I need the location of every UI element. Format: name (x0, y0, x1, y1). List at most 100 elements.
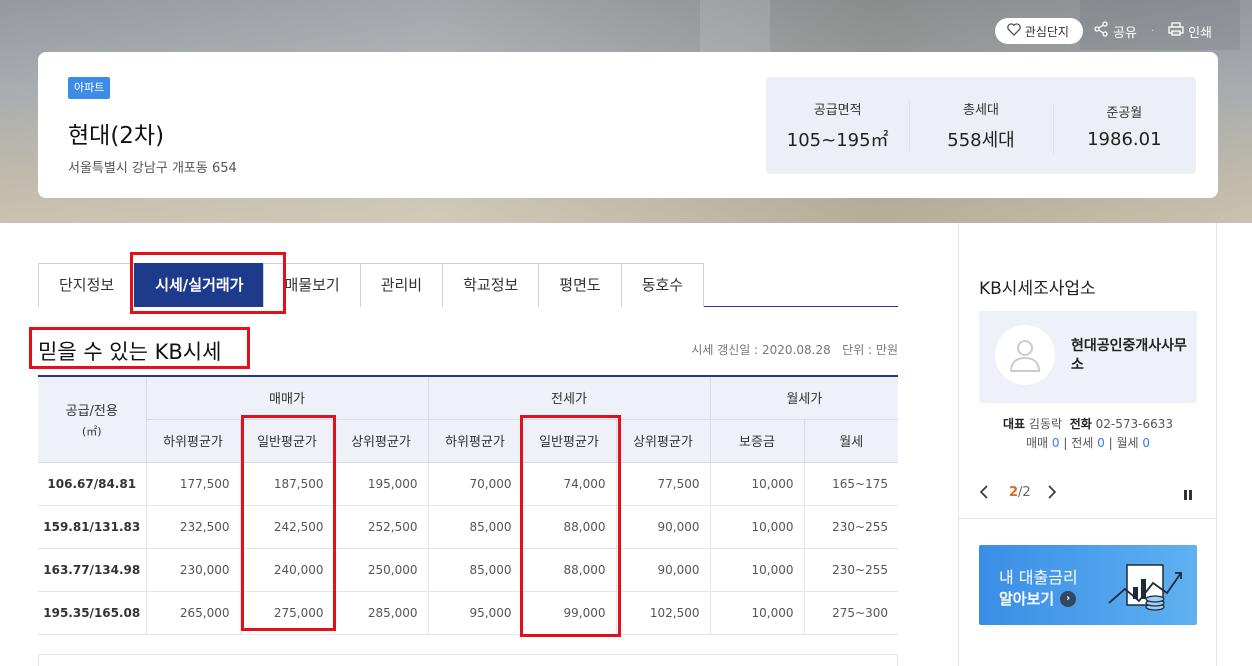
update-date-unit: 시세 갱신일 : 2020.08.28 단위 : 만원 (691, 343, 898, 357)
sidebar-divider (959, 518, 1216, 519)
price-table: 공급/전용 (㎡) 매매가 전세가 월세가 하위평균가 일반평균가 상위평균가 … (38, 375, 899, 635)
person-icon (1009, 340, 1041, 372)
price-cell: 85,000 (428, 505, 523, 549)
price-cell: 242,500 (240, 505, 335, 549)
rep-name: 김동락 (1028, 417, 1063, 431)
price-cell: 232,500 (146, 505, 241, 549)
price-cell: 90,000 (616, 505, 711, 549)
page-indicator: 2/2 (1009, 485, 1031, 500)
price-table-wrap: 공급/전용 (㎡) 매매가 전세가 월세가 하위평균가 일반평균가 상위평균가 … (38, 375, 899, 637)
tab-unit-number[interactable]: 동호수 (620, 263, 705, 307)
sidebar: KB시세조사업소 현대공인중개사사무소 대표 김동락 전화 02-573-663… (958, 223, 1217, 666)
area-cell: 195.35/165.08 (38, 591, 147, 635)
col-header: 보증금 (710, 419, 805, 463)
price-cell: 90,000 (616, 548, 711, 592)
tab-complex-info[interactable]: 단지정보 (38, 263, 135, 307)
stat-completion: 준공월 1986.01 (1052, 102, 1196, 154)
price-cell: 240,000 (240, 548, 335, 592)
price-cell: 70,000 (428, 462, 523, 506)
stat-value: 1986.01 (1087, 128, 1162, 150)
loan-line2: 알아보기 › (999, 588, 1077, 609)
table-row: 106.67/84.81 177,500 187,500 195,000 70,000 7… (38, 462, 899, 506)
separator-dot: · (1150, 25, 1155, 37)
printer-icon (1168, 22, 1184, 40)
group-monthly-header: 월세가 (710, 375, 899, 420)
top-actions: 관심단지 공유 · 인쇄 (994, 18, 1212, 44)
stat-label: 준공월 (1106, 105, 1143, 121)
tab-price[interactable]: 시세/실거래가 (134, 263, 264, 307)
agent-name: 현대공인중개사사무소 (1071, 338, 1187, 373)
stat-label: 총세대 (963, 103, 999, 118)
price-cell: 275,000 (240, 591, 335, 635)
price-cell: 230~255 (804, 548, 899, 592)
share-icon (1093, 21, 1109, 41)
property-card: 아파트 현대(2차) 서울특별시 강남구 개포동 654 공급면적 105~19… (38, 52, 1218, 198)
price-cell: 77,500 (616, 462, 711, 506)
price-cell: 95,000 (428, 591, 523, 635)
price-cell: 88,000 (522, 548, 617, 592)
area-cell: 159.81/131.83 (38, 505, 147, 549)
stat-label: 공급면적 (813, 103, 862, 118)
price-cell: 10,000 (710, 462, 805, 506)
price-cell: 252,500 (334, 505, 429, 549)
col-header: 하위평균가 (428, 419, 523, 463)
price-cell: 230,000 (146, 548, 241, 592)
section-title: 믿을 수 있는 KB시세 (38, 340, 222, 364)
share-button[interactable]: 공유 (1093, 21, 1137, 41)
chevron-left-icon[interactable] (979, 485, 989, 503)
property-name: 현대(2차) (68, 123, 165, 149)
price-cell: 285,000 (334, 591, 429, 635)
avatar (995, 325, 1055, 385)
arrow-right-icon: › (1060, 590, 1077, 607)
price-cell: 195,000 (334, 462, 429, 506)
pause-icon[interactable] (1183, 488, 1193, 504)
stat-value: 558세대 (947, 130, 1015, 151)
col-header: 상위평균가 (616, 419, 711, 463)
price-cell: 250,000 (334, 548, 429, 592)
favorite-label: 관심단지 (1024, 24, 1069, 39)
chevron-right-icon[interactable] (1047, 485, 1057, 503)
tab-listings[interactable]: 매물보기 (263, 263, 360, 307)
next-section-box (38, 654, 898, 666)
agent-pager: 2/2 (979, 485, 1197, 505)
price-cell: 85,000 (428, 548, 523, 592)
price-cell: 177,500 (146, 462, 241, 506)
price-cell: 165~175 (804, 462, 899, 506)
table-row: 195.35/165.08 265,000 275,000 285,000 95,000… (38, 591, 899, 635)
col-header: 일반평균가 (522, 419, 617, 463)
price-cell: 187,500 (240, 462, 335, 506)
heart-icon (1007, 23, 1021, 39)
share-label: 공유 (1112, 25, 1137, 41)
stat-households: 총세대 558세대 (909, 99, 1052, 152)
property-address: 서울특별시 강남구 개포동 654 (68, 161, 237, 176)
favorite-button[interactable]: 관심단지 (994, 18, 1083, 44)
print-label: 인쇄 (1188, 25, 1212, 41)
print-button[interactable]: 인쇄 (1168, 22, 1212, 41)
price-cell: 88,000 (522, 505, 617, 549)
price-cell: 275~300 (804, 591, 899, 635)
loan-rate-banner[interactable]: 내 대출금리 알아보기 › (979, 545, 1197, 625)
property-stats: 공급면적 105~195㎡ 총세대 558세대 준공월 1986.01 (766, 77, 1196, 174)
property-type-badge: 아파트 (68, 77, 111, 99)
price-cell: 102,500 (616, 591, 711, 635)
main-content: 단지정보 시세/실거래가 매물보기 관리비 학교정보 평면도 동호수 믿을 수 … (29, 252, 899, 637)
area-cell: 163.77/134.98 (38, 548, 147, 592)
table-row: 163.77/134.98 230,000 240,000 250,000 85,000… (38, 548, 899, 592)
agent-info: 대표 김동락 전화 02-573-6633 매매 0 | 전세 0 | 월세 0 (1003, 417, 1173, 450)
price-cell: 265,000 (146, 591, 241, 635)
area-cell: 106.67/84.81 (38, 462, 147, 506)
col-header: 일반평균가 (240, 419, 335, 463)
table-row: 159.81/131.83 232,500 242,500 252,500 85,000… (38, 505, 899, 549)
group-jeonse-header: 전세가 (428, 375, 711, 420)
tab-maintenance-fee[interactable]: 관리비 (359, 263, 443, 307)
agent-card[interactable]: 현대공인중개사사무소 (979, 311, 1197, 403)
stat-value: 105~195㎡ (786, 130, 889, 151)
col-header: 월세 (804, 419, 899, 463)
tab-school-info[interactable]: 학교정보 (442, 263, 539, 307)
price-cell: 10,000 (710, 548, 805, 592)
stat-supply-area: 공급면적 105~195㎡ (766, 99, 909, 152)
sidebar-title: KB시세조사업소 (979, 279, 1096, 299)
tab-floor-plan[interactable]: 평면도 (538, 263, 621, 307)
group-sale-header: 매매가 (146, 375, 429, 420)
price-cell: 99,000 (522, 591, 617, 635)
